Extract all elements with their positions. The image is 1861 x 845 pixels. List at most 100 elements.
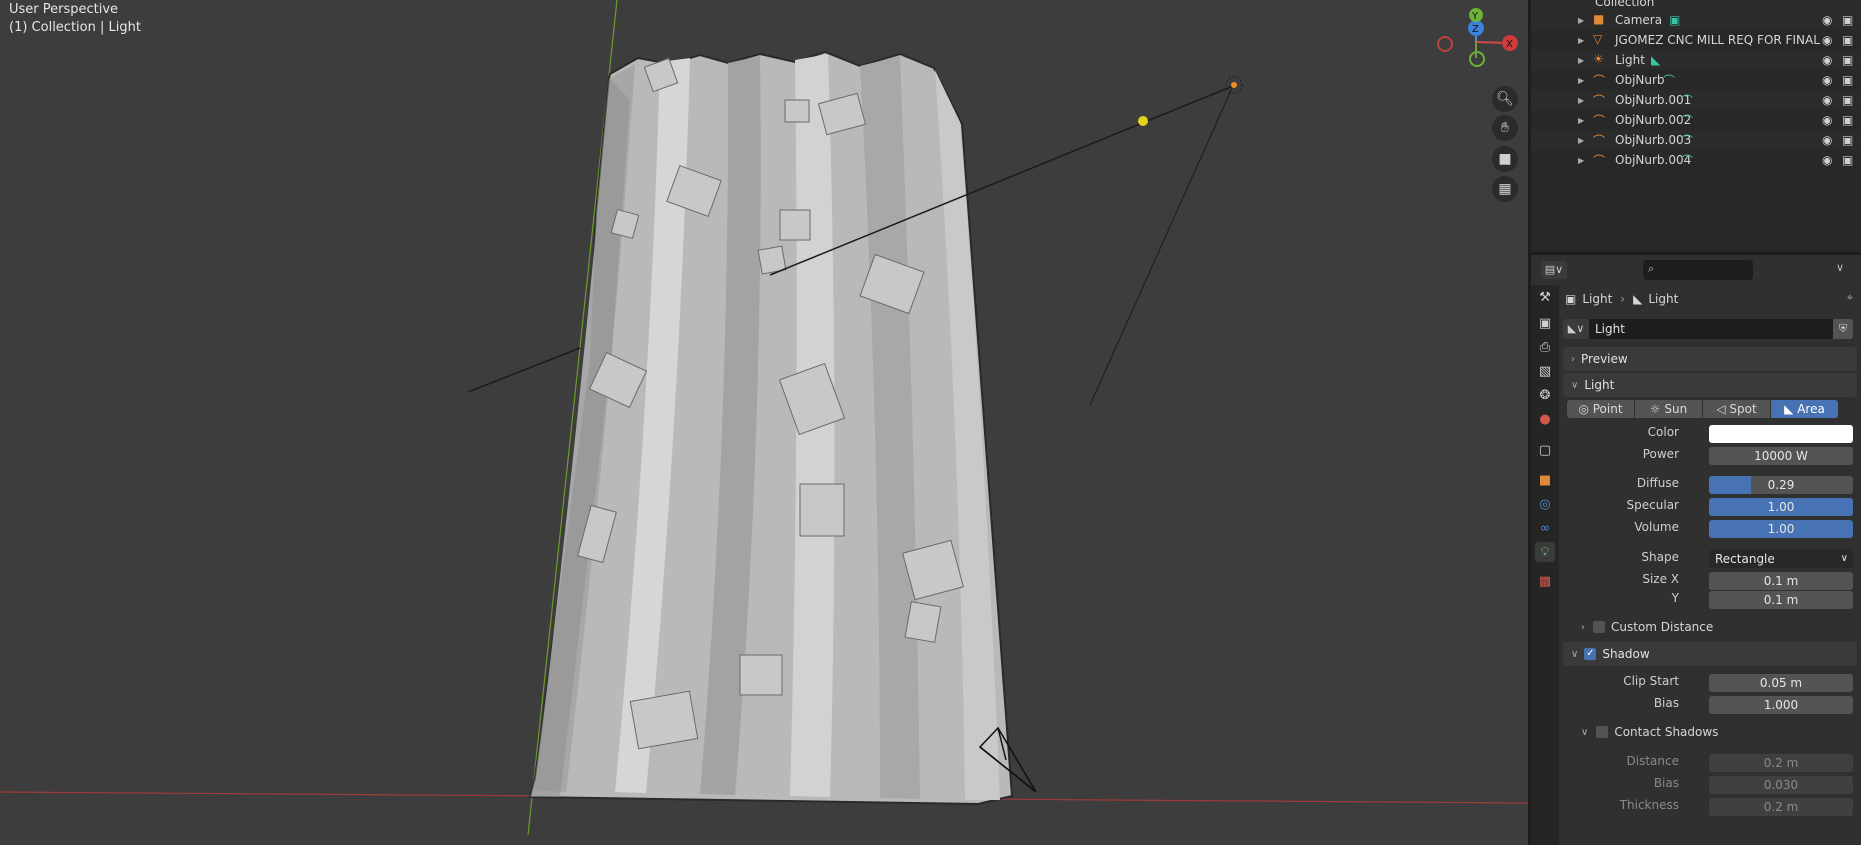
color-swatch[interactable] <box>1709 425 1853 443</box>
shadow-checkbox[interactable]: ✓ <box>1584 648 1597 660</box>
physics-tab-icon[interactable]: ◎ <box>1535 494 1555 514</box>
output-tab-icon[interactable]: ⎙ <box>1535 337 1555 357</box>
properties-search[interactable]: ⌕ <box>1643 260 1753 280</box>
visibility-eye-icon[interactable]: ◉ <box>1822 113 1832 127</box>
curve-data-icon[interactable]: ⌒ <box>1681 92 1693 109</box>
editor-type-menu[interactable]: ▤∨ <box>1541 261 1567 279</box>
light-type-area-button[interactable]: ◣ Area <box>1771 400 1838 418</box>
scene-tab-icon[interactable]: ❂ <box>1535 385 1555 405</box>
custom-distance-checkbox[interactable] <box>1593 621 1605 633</box>
contact-thickness-field[interactable]: 0.2 m <box>1709 798 1853 816</box>
pan-hand-icon[interactable]: ✋︎ <box>1492 115 1518 141</box>
visibility-eye-icon[interactable]: ◉ <box>1822 133 1832 147</box>
object-tab-icon[interactable]: ■ <box>1535 470 1555 490</box>
contact-distance-field[interactable]: 0.2 m <box>1709 754 1853 772</box>
outliner-row-objnurb-001[interactable]: ▶ ⌒ ObjNurb.001 ⌒ ◉ ▣ <box>1531 90 1861 110</box>
zoom-icon[interactable]: 🔍︎ <box>1492 86 1518 112</box>
light-data-tab-icon[interactable]: 💡︎ <box>1535 542 1555 562</box>
view-layer-tab-icon[interactable]: ▧ <box>1535 361 1555 381</box>
visibility-eye-icon[interactable]: ◉ <box>1822 93 1832 107</box>
outliner-item-label[interactable]: ObjNurb.004 <box>1615 153 1691 167</box>
light-target-handle[interactable] <box>1138 116 1148 126</box>
render-camera-icon[interactable]: ▣ <box>1842 93 1853 107</box>
outliner-row-objnurb-004[interactable]: ▶ ⌒ ObjNurb.004 ⌒ ◉ ▣ <box>1531 150 1861 170</box>
custom-distance-subpanel[interactable]: › Custom Distance <box>1581 618 1713 636</box>
expand-arrow-icon[interactable]: ▶ <box>1578 16 1584 25</box>
light-type-point-button[interactable]: ◎ Point <box>1567 400 1634 418</box>
outliner-item-label[interactable]: ObjNurb.002 <box>1615 113 1691 127</box>
contact-shadows-subpanel[interactable]: ∨ Contact Shadows <box>1581 723 1718 741</box>
outliner-item-label[interactable]: ObjNurb <box>1615 73 1665 87</box>
expand-arrow-icon[interactable]: ▶ <box>1578 76 1584 85</box>
expand-arrow-icon[interactable]: ▶ <box>1578 156 1584 165</box>
contact-bias-field[interactable]: 0.030 <box>1709 776 1853 794</box>
visibility-eye-icon[interactable]: ◉ <box>1822 53 1832 67</box>
specular-slider[interactable]: 1.00 <box>1709 498 1853 516</box>
shadow-panel-header[interactable]: ∨ ✓ Shadow <box>1563 642 1857 666</box>
curve-data-icon[interactable]: ⌒ <box>1681 132 1693 149</box>
visibility-eye-icon[interactable]: ◉ <box>1822 13 1832 27</box>
light-data-icon[interactable]: ◣ <box>1651 53 1660 67</box>
size-x-field[interactable]: 0.1 m <box>1709 572 1853 590</box>
light-panel-header[interactable]: ∨ Light <box>1563 373 1857 397</box>
collection-tab-icon[interactable]: ▢ <box>1535 440 1555 460</box>
render-tab-icon[interactable]: ▣ <box>1535 313 1555 333</box>
outliner-item-label[interactable]: ObjNurb.003 <box>1615 133 1691 147</box>
world-tab-icon[interactable]: ● <box>1535 409 1555 429</box>
grid-view-icon[interactable]: ▦ <box>1492 176 1518 202</box>
properties-editor[interactable]: ▤∨ ⌕ ∨ ⚒ ▣ ⎙ ▧ ❂ ● ▢ ■ ◎ ∞ 💡︎ ▩ ▣ Light … <box>1531 255 1861 845</box>
scene-canvas[interactable]: Y Z X <box>0 0 1528 845</box>
power-field[interactable]: 10000 W <box>1709 447 1853 465</box>
datablock-name-field[interactable]: Light <box>1589 319 1833 339</box>
volume-slider[interactable]: 1.00 <box>1709 520 1853 538</box>
gizmo-neg-x[interactable] <box>1437 36 1453 52</box>
tool-tab-icon[interactable]: ⚒ <box>1535 287 1555 307</box>
camera-view-icon[interactable]: ■ <box>1492 146 1518 172</box>
outliner-item-label[interactable]: Light <box>1615 53 1645 67</box>
curve-data-icon[interactable]: ⌒ <box>1681 112 1693 129</box>
constraints-tab-icon[interactable]: ∞ <box>1535 518 1555 538</box>
outliner-row-objnurb[interactable]: ▶ ⌒ ObjNurb ⌒ ◉ ▣ <box>1531 70 1861 90</box>
expand-arrow-icon[interactable]: ▶ <box>1578 96 1584 105</box>
size-y-field[interactable]: 0.1 m <box>1709 591 1853 609</box>
clip-start-field[interactable]: 0.05 m <box>1709 674 1853 692</box>
expand-arrow-icon[interactable]: ▶ <box>1578 116 1584 125</box>
options-chevron-icon[interactable]: ∨ <box>1836 261 1844 274</box>
outliner-item-label[interactable]: ObjNurb.001 <box>1615 93 1691 107</box>
render-camera-icon[interactable]: ▣ <box>1842 53 1853 67</box>
outliner[interactable]: Collection ▶ ■ Camera ▣ ◉ ▣ ▶ ▽ JGOMEZ CNC MILL … <box>1531 0 1861 252</box>
datablock-browse-button[interactable]: ◣∨ <box>1563 319 1589 339</box>
outliner-row-camera[interactable]: ▶ ■ Camera ▣ ◉ ▣ <box>1531 10 1861 30</box>
outliner-row-jgomez-cnc-mill-req-for-final[interactable]: ▶ ▽ JGOMEZ CNC MILL REQ FOR FINAL ◉ ▣ <box>1531 30 1861 50</box>
render-camera-icon[interactable]: ▣ <box>1842 133 1853 147</box>
visibility-eye-icon[interactable]: ◉ <box>1822 153 1832 167</box>
render-camera-icon[interactable]: ▣ <box>1842 13 1853 27</box>
outliner-row-objnurb-003[interactable]: ▶ ⌒ ObjNurb.003 ⌒ ◉ ▣ <box>1531 130 1861 150</box>
fake-user-icon[interactable]: ⛨ <box>1833 319 1853 339</box>
render-camera-icon[interactable]: ▣ <box>1842 33 1853 47</box>
diffuse-slider[interactable]: 0.29 <box>1709 476 1853 494</box>
outliner-item-label[interactable]: Camera <box>1615 13 1662 27</box>
render-camera-icon[interactable]: ▣ <box>1842 153 1853 167</box>
render-camera-icon[interactable]: ▣ <box>1842 73 1853 87</box>
visibility-eye-icon[interactable]: ◉ <box>1822 33 1832 47</box>
texture-tab-icon[interactable]: ▩ <box>1535 571 1555 591</box>
curve-data-icon[interactable]: ⌒ <box>1681 152 1693 169</box>
outliner-item-label[interactable]: JGOMEZ CNC MILL REQ FOR FINAL <box>1615 33 1820 47</box>
visibility-eye-icon[interactable]: ◉ <box>1822 73 1832 87</box>
pin-icon[interactable]: ⌖ <box>1847 291 1853 305</box>
camera-data-icon[interactable]: ▣ <box>1669 13 1680 27</box>
curve-data-icon[interactable]: ⌒ <box>1663 72 1675 89</box>
render-camera-icon[interactable]: ▣ <box>1842 113 1853 127</box>
expand-arrow-icon[interactable]: ▶ <box>1578 56 1584 65</box>
expand-arrow-icon[interactable]: ▶ <box>1578 36 1584 45</box>
navigation-gizmo[interactable]: Y Z X <box>1437 8 1518 67</box>
outliner-row-light[interactable]: ▶ ☀ Light ◣ ◉ ▣ <box>1531 50 1861 70</box>
shape-dropdown[interactable]: Rectangle ∨ <box>1709 550 1853 568</box>
light-type-sun-button[interactable]: ☼ Sun <box>1635 400 1702 418</box>
3d-viewport[interactable]: Y Z X User Perspective (1) Collection | … <box>0 0 1528 845</box>
outliner-row-objnurb-002[interactable]: ▶ ⌒ ObjNurb.002 ⌒ ◉ ▣ <box>1531 110 1861 130</box>
shadow-bias-field[interactable]: 1.000 <box>1709 696 1853 714</box>
expand-arrow-icon[interactable]: ▶ <box>1578 136 1584 145</box>
preview-panel-header[interactable]: › Preview <box>1563 347 1857 371</box>
